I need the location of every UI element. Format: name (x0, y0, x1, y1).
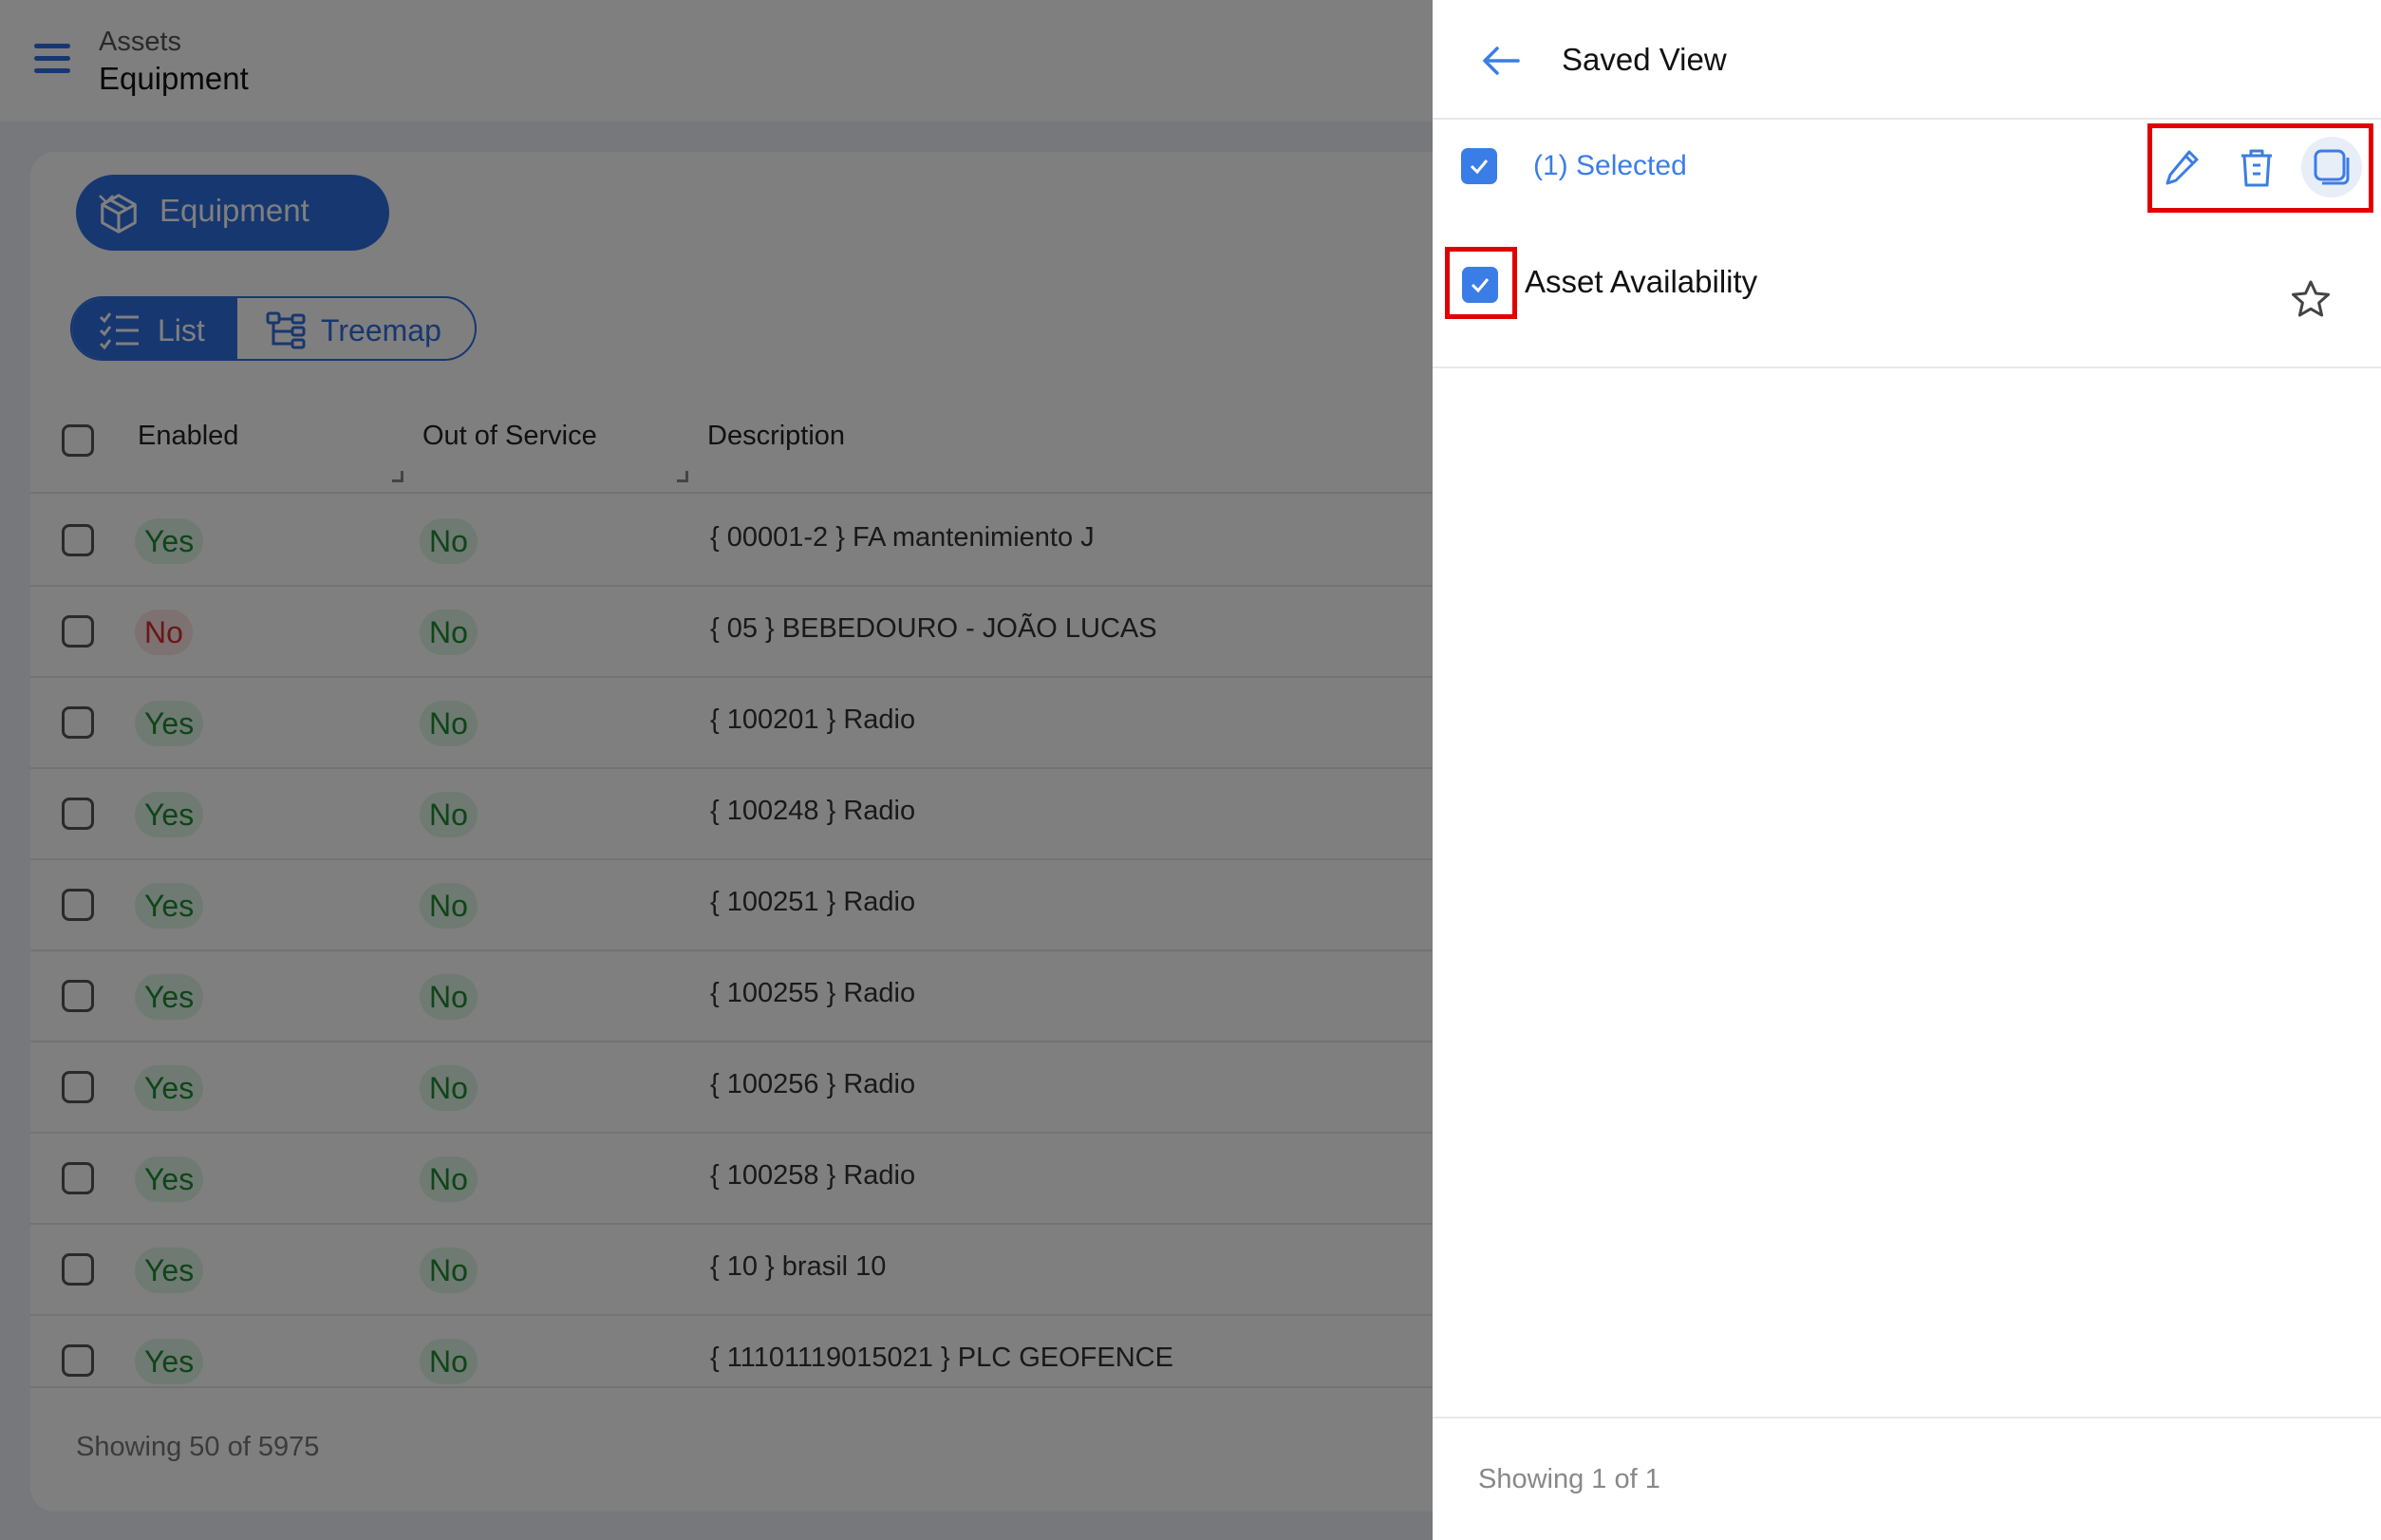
table-footer-count: Showing 50 of 5975 (76, 1432, 320, 1462)
header-divider (30, 492, 1433, 494)
row-description: { 100255 } Radio (710, 978, 916, 1008)
row-checkbox[interactable] (62, 524, 94, 556)
treemap-icon (266, 311, 306, 349)
row-checkbox[interactable] (62, 1071, 94, 1103)
row-checkbox[interactable] (62, 1253, 94, 1286)
row-description: { 10 } brasil 10 (710, 1251, 887, 1282)
out-of-service-badge: No (420, 1156, 478, 1202)
back-arrow-icon[interactable] (1480, 42, 1522, 80)
enabled-badge: Yes (135, 701, 204, 746)
highlight-box-checkbox (1445, 247, 1517, 319)
drawer-title: Saved View (1562, 42, 1727, 77)
hamburger-menu-icon[interactable] (32, 44, 74, 76)
table-row[interactable]: Yes No { 100256 } Radio (30, 1042, 1433, 1134)
drawer-footer-count: Showing 1 of 1 (1478, 1464, 1660, 1494)
select-all-checkbox[interactable] (62, 424, 94, 457)
out-of-service-badge: No (420, 1248, 478, 1293)
row-checkbox[interactable] (62, 980, 94, 1012)
table-row[interactable]: Yes No { 100255 } Radio (30, 951, 1433, 1042)
row-description: { 05 } BEBEDOURO - JOÃO LUCAS (710, 613, 1157, 644)
table-row[interactable]: Yes No { 100258 } Radio (30, 1134, 1433, 1225)
row-description: { 100201 } Radio (710, 704, 916, 735)
row-checkbox[interactable] (62, 798, 94, 830)
enabled-badge: Yes (135, 1248, 204, 1293)
entity-selector-label: Equipment (159, 193, 309, 228)
table-row[interactable]: Yes No { 100248 } Radio (30, 769, 1433, 860)
row-description: { 11101119015021 } PLC GEOFENCE (710, 1343, 1173, 1373)
table-row[interactable]: Yes No { 00001-2 } FA mantenimiento J (30, 496, 1433, 587)
view-toggle: List Treemap (70, 296, 477, 361)
row-checkbox[interactable] (62, 1344, 94, 1377)
drawer-header: Saved View (1433, 0, 2381, 120)
column-header-description[interactable]: Description (707, 421, 845, 452)
column-header-enabled[interactable]: Enabled (138, 421, 238, 452)
enabled-badge: Yes (135, 518, 204, 564)
row-description: { 100251 } Radio (710, 887, 916, 917)
out-of-service-badge: No (420, 1339, 478, 1384)
equipment-page: Assets Equipment Equipment List Treemap … (0, 0, 1454, 1540)
tab-treemap[interactable]: Treemap (237, 298, 475, 359)
column-resize-handle[interactable] (392, 471, 403, 482)
out-of-service-badge: No (420, 1065, 478, 1111)
out-of-service-badge: No (420, 518, 478, 564)
table-row[interactable]: Yes No { 11101119015021 } PLC GEOFENCE (30, 1316, 1433, 1388)
checklist-icon (99, 312, 139, 349)
star-icon[interactable] (2290, 279, 2332, 319)
enabled-badge: Yes (135, 1065, 204, 1111)
enabled-badge: Yes (135, 974, 204, 1020)
page-title: Equipment (99, 61, 249, 96)
enabled-badge: Yes (135, 1339, 204, 1384)
table-row[interactable]: Yes No { 100201 } Radio (30, 678, 1433, 769)
table-row[interactable]: No No { 05 } BEBEDOURO - JOÃO LUCAS (30, 587, 1433, 678)
row-checkbox[interactable] (62, 889, 94, 921)
highlight-box-actions (2147, 123, 2373, 213)
enabled-badge: Yes (135, 792, 204, 837)
entity-selector-button[interactable]: Equipment (76, 175, 389, 251)
select-all-checkbox[interactable] (1461, 148, 1497, 184)
table-row[interactable]: Yes No { 100251 } Radio (30, 860, 1433, 951)
row-description: { 100256 } Radio (710, 1069, 916, 1099)
top-bar: Assets Equipment (0, 0, 1433, 122)
out-of-service-badge: No (420, 610, 478, 655)
check-icon (1470, 160, 1489, 175)
out-of-service-badge: No (420, 792, 478, 837)
out-of-service-badge: No (420, 883, 478, 929)
out-of-service-badge: No (420, 701, 478, 746)
column-header-out-of-service[interactable]: Out of Service (422, 421, 597, 452)
table-row[interactable]: Yes No { 10 } brasil 10 (30, 1225, 1433, 1316)
saved-view-label: Asset Availability (1525, 264, 1758, 299)
tab-list[interactable]: List (72, 298, 237, 359)
enabled-badge: Yes (135, 1156, 204, 1202)
row-description: { 100248 } Radio (710, 796, 916, 826)
row-checkbox[interactable] (62, 706, 94, 739)
selected-count: (1) Selected (1533, 150, 1687, 181)
tab-treemap-label: Treemap (321, 313, 441, 347)
row-checkbox[interactable] (62, 615, 94, 648)
enabled-badge: Yes (135, 883, 204, 929)
row-description: { 00001-2 } FA mantenimiento J (710, 522, 1095, 553)
row-description: { 100258 } Radio (710, 1160, 916, 1191)
tab-list-label: List (158, 313, 205, 347)
out-of-service-badge: No (420, 974, 478, 1020)
column-resize-handle[interactable] (677, 471, 688, 482)
row-checkbox[interactable] (62, 1162, 94, 1194)
chevron-down-icon (99, 195, 114, 204)
breadcrumb-parent[interactable]: Assets (99, 27, 181, 58)
enabled-badge: No (135, 610, 193, 655)
drawer-footer-divider (1433, 1417, 2381, 1418)
